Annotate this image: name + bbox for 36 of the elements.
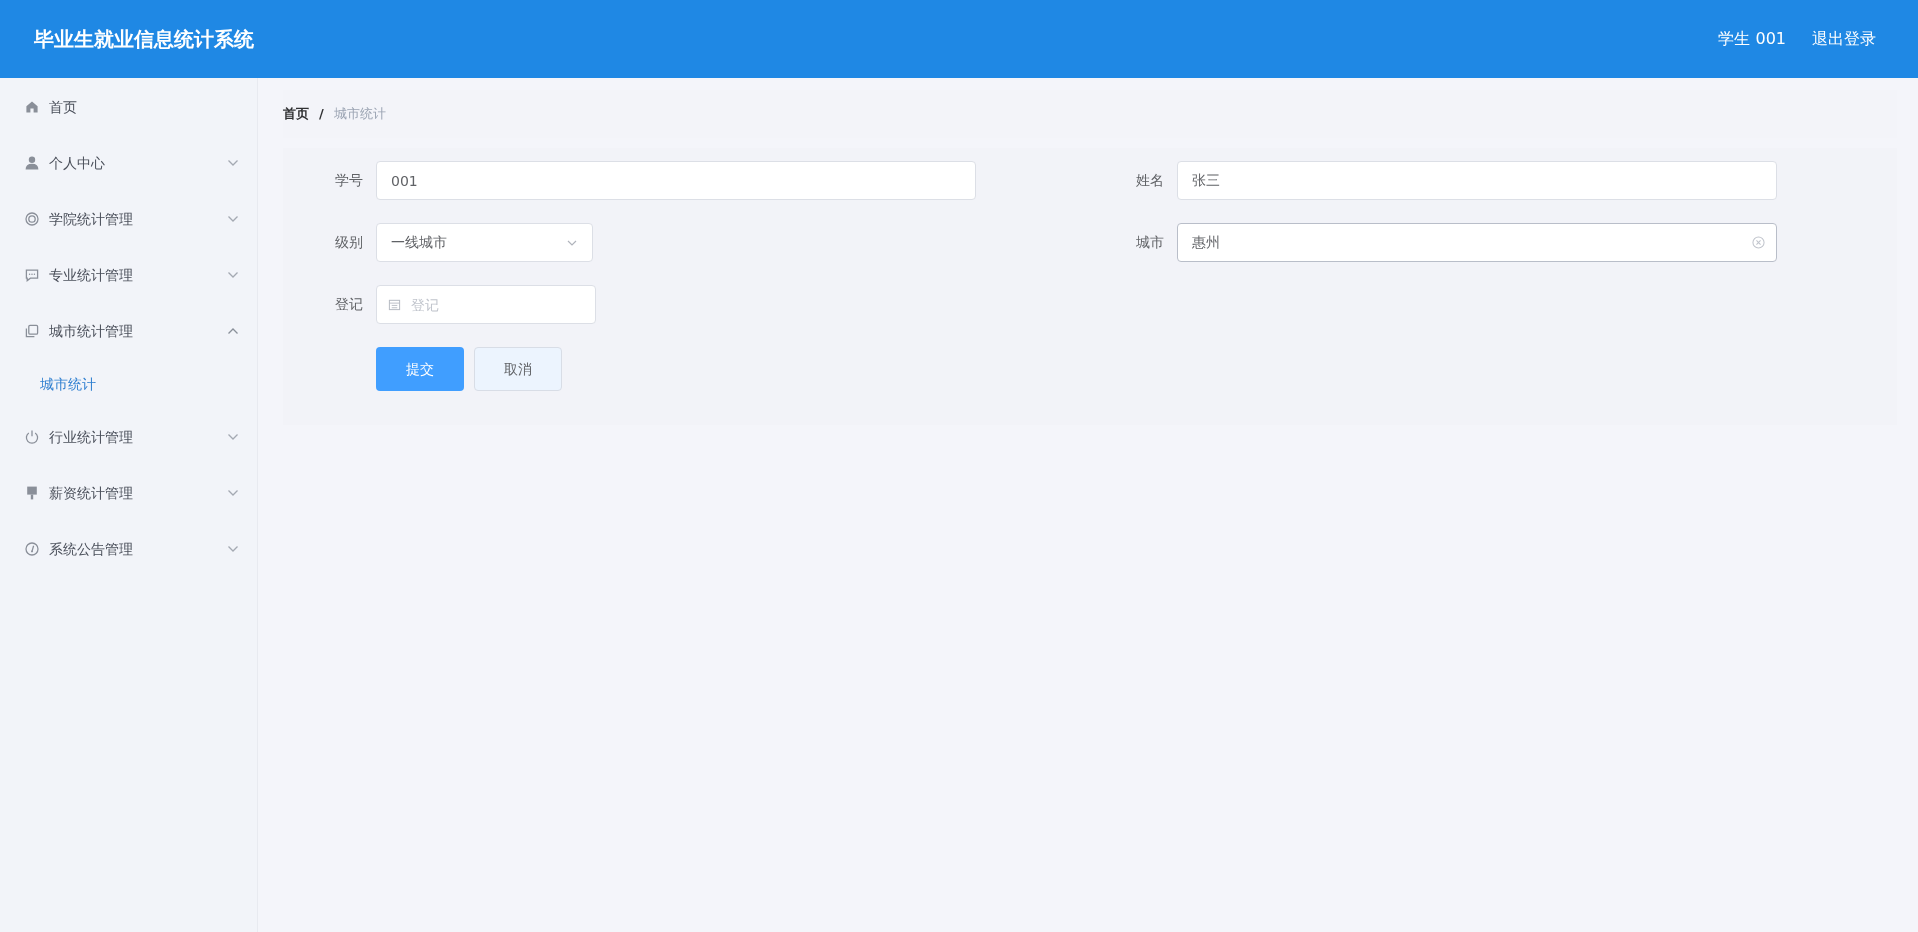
chat-icon — [24, 267, 40, 283]
sidebar-item[interactable]: 城市统计管理 — [0, 303, 257, 359]
sidebar-item[interactable]: 行业统计管理 — [0, 409, 257, 465]
calendar-icon — [388, 298, 401, 311]
input-field[interactable]: 惠州 — [1176, 223, 1777, 262]
sidebar-item[interactable]: 薪资统计管理 — [0, 465, 257, 521]
field-label: 级别 — [334, 233, 364, 252]
field-label: 学号 — [334, 171, 364, 190]
sidebar-item[interactable]: 首页 — [0, 79, 257, 135]
cancel-button[interactable]: 取消 — [474, 347, 562, 391]
input-field[interactable]: 张三 — [1176, 161, 1777, 200]
sidebar-subitem[interactable]: 城市统计 — [0, 359, 257, 409]
sidebar-item[interactable]: 个人中心 — [0, 135, 257, 191]
brush-icon — [24, 485, 40, 501]
ring-icon — [24, 211, 40, 227]
copy-icon — [24, 323, 40, 339]
gauge-icon — [24, 541, 40, 557]
breadcrumb-item[interactable]: 首页 — [283, 104, 309, 124]
app-title: 毕业生就业信息统计系统 — [34, 26, 254, 53]
select-field[interactable]: 一线城市 — [376, 223, 593, 262]
breadcrumb-item: 城市统计 — [333, 105, 386, 124]
person-icon — [24, 155, 40, 171]
sidebar-item[interactable]: 专业统计管理 — [0, 247, 257, 303]
user-name: 学生 001 — [1718, 28, 1786, 50]
date-field[interactable]: 登记 — [376, 285, 596, 324]
field-label: 姓名 — [1134, 171, 1165, 190]
breadcrumb-separator: / — [319, 105, 324, 124]
field-label: 登记 — [334, 295, 364, 314]
clear-icon[interactable] — [1751, 236, 1765, 249]
field-label: 城市 — [1134, 233, 1165, 252]
home-icon — [24, 99, 40, 115]
logout-link[interactable]: 退出登录 — [1812, 27, 1876, 51]
sidebar-item[interactable]: 学院统计管理 — [0, 191, 257, 247]
power-icon — [24, 429, 40, 445]
input-field[interactable]: 001 — [376, 161, 976, 200]
sidebar-item[interactable]: 系统公告管理 — [0, 521, 257, 577]
